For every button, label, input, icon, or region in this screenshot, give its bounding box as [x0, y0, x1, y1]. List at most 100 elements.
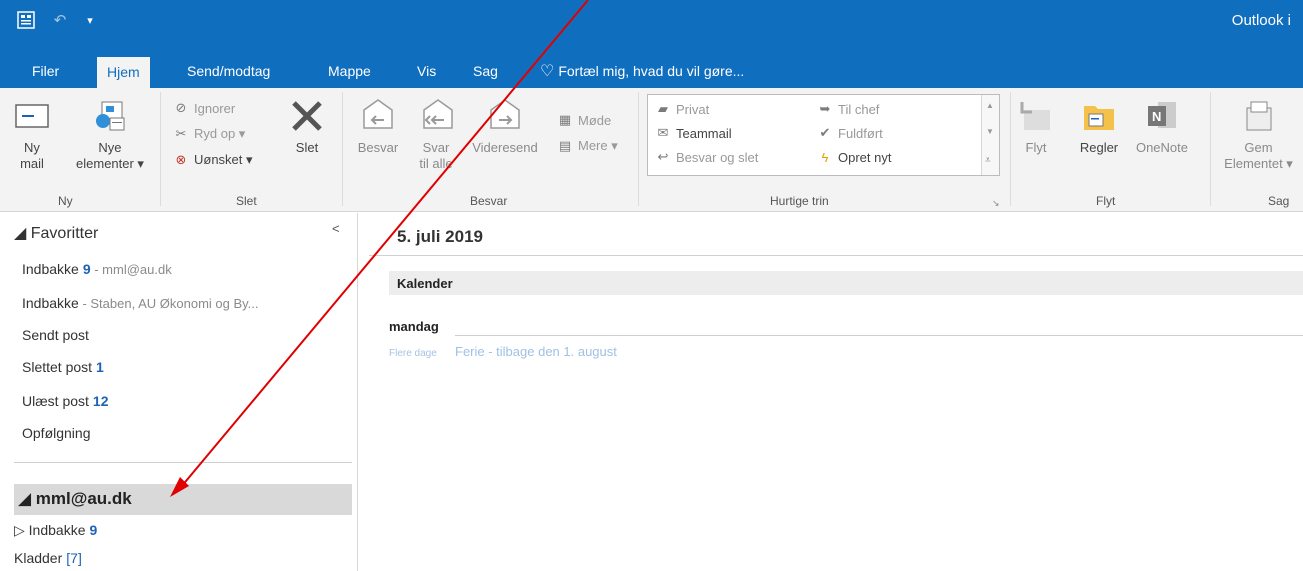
fav-item-opfoelgning[interactable]: Opfølgning [22, 425, 90, 441]
meeting-icon: ▦ [558, 112, 572, 127]
group-label-quick-steps: Hurtige trin [770, 194, 829, 208]
ignore-label: Ignorer [194, 100, 236, 116]
reply-all-label: Svar til alle [419, 140, 453, 171]
quick-steps-gallery: ▰ Privat ✉ Teammail ↩ Besvar og slet ➥ Til c… [647, 94, 1000, 176]
tab-vis[interactable]: Vis [407, 54, 446, 88]
fav-item-ulaest-post[interactable]: Ulæst post 12 [22, 393, 109, 409]
meeting-button[interactable]: ▦ Møde [556, 108, 611, 132]
scroll-up-icon[interactable]: ▲ [986, 101, 994, 110]
more-button[interactable]: ▤ Mere ▾ [556, 134, 618, 158]
fav-item-slettet-post[interactable]: Slettet post 1 [22, 359, 104, 375]
outlook-app-icon[interactable] [14, 8, 38, 32]
save-item-label: Gem Elementet ▾ [1224, 140, 1293, 171]
folder-name: Slettet post [22, 359, 93, 375]
reply-all-icon [416, 96, 456, 136]
ignore-button[interactable]: ⊘ Ignorer [172, 96, 236, 120]
tab-send-modtag[interactable]: Send/modtag [177, 54, 280, 88]
tab-hjem[interactable]: Hjem [97, 57, 150, 88]
calendar-event[interactable]: Ferie - tilbage den 1. august [455, 344, 617, 359]
quick-step-to-manager[interactable]: ➥ Til chef [816, 97, 880, 121]
svg-text:N: N [1152, 109, 1161, 124]
new-mail-icon [12, 96, 52, 136]
onenote-icon: N [1142, 96, 1182, 136]
new-items-button[interactable]: Nye elementer ▾ [64, 96, 156, 172]
folder-item-kladder[interactable]: Kladder [7] [14, 550, 82, 566]
account-mml[interactable]: ◢ mml@au.dk [14, 484, 352, 515]
delete-label: Slet [295, 140, 319, 155]
expand-gallery-icon[interactable]: ⩡ [985, 155, 991, 166]
quick-step-team-mail-label: Teammail [676, 125, 732, 141]
group-label-flyt: Flyt [1096, 194, 1116, 208]
group-label-sag: Sag [1268, 194, 1290, 208]
folder-name: Indbakke [22, 261, 79, 277]
calendar-header[interactable]: Kalender [397, 276, 453, 291]
quick-step-done[interactable]: ✔ Fuldført [816, 121, 883, 145]
event-duration: Flere dage [389, 348, 437, 359]
forward-button[interactable]: Videresend [464, 96, 546, 156]
folder-name: ▷ Indbakke [14, 522, 86, 538]
undo-icon[interactable]: ↶ [48, 8, 72, 32]
cleanup-icon: ✂ [175, 126, 187, 141]
tell-me-search[interactable]: ♡ Fortæl mig, hvad du vil gøre... [530, 54, 754, 88]
quick-step-create-new[interactable]: ϟ Opret nyt [816, 145, 892, 169]
move-button[interactable]: Flyt [1014, 96, 1058, 156]
quick-step-team-mail[interactable]: ✉ Teammail [654, 121, 732, 145]
unread-count: 9 [89, 522, 98, 538]
scroll-down-icon[interactable]: ▼ [986, 127, 994, 136]
reply-icon [358, 96, 398, 136]
tab-sag[interactable]: Sag [463, 54, 508, 88]
group-separator [1010, 92, 1011, 206]
junk-button[interactable]: ⊗ Uønsket ▾ [172, 148, 253, 172]
rules-button[interactable]: Regler [1072, 96, 1126, 156]
cleanup-button[interactable]: ✂ Ryd op ▾ [172, 122, 246, 146]
group-label-ny: Ny [58, 194, 73, 208]
group-label-besvar: Besvar [470, 194, 508, 208]
rules-icon [1079, 96, 1119, 136]
quick-step-create-new-label: Opret nyt [838, 149, 892, 165]
more-icon: ▤ [558, 138, 572, 153]
tab-mappe[interactable]: Mappe [318, 54, 381, 88]
fav-item-indbakke-staben[interactable]: Indbakke - Staben, AU Økonomi og By... [22, 295, 259, 311]
forward-label: Videresend [472, 140, 538, 155]
quick-step-done-label: Fuldført [838, 125, 883, 141]
lightning-icon: ϟ [821, 149, 829, 165]
folder-name: Kladder [14, 550, 63, 566]
dialog-launcher-icon[interactable]: ↘ [992, 198, 1000, 209]
header-divider [369, 255, 1303, 256]
junk-icon: ⊗ [175, 152, 187, 167]
delete-button[interactable]: Slet [282, 96, 332, 156]
move-icon [1016, 96, 1056, 136]
more-label: Mere ▾ [578, 138, 618, 153]
quick-step-reply-delete[interactable]: ↩ Besvar og slet [654, 145, 759, 169]
tab-filer[interactable]: Filer [22, 54, 69, 88]
account-label: ◢ mml@au.dk [18, 489, 132, 508]
ignore-icon: ⊘ [175, 100, 187, 115]
reply-button[interactable]: Besvar [350, 96, 406, 156]
fav-item-indbakke-mml[interactable]: Indbakke 9 - mml@au.dk [22, 261, 172, 277]
reply-all-button[interactable]: Svar til alle [410, 96, 462, 172]
cleanup-label: Ryd op ▾ [194, 126, 246, 141]
group-separator [342, 92, 343, 206]
quick-step-to-manager-label: Til chef [838, 101, 880, 117]
title-bar: ↶ ▾ Outlook i [0, 0, 1303, 54]
save-item-button[interactable]: Gem Elementet ▾ [1214, 96, 1303, 172]
unread-count: 12 [92, 393, 109, 409]
lightbulb-icon: ♡ [540, 63, 555, 80]
folder-item-indbakke[interactable]: ▷ Indbakke 9 [14, 522, 97, 539]
pane-divider [14, 462, 352, 463]
collapse-pane-icon[interactable]: < [332, 221, 340, 236]
new-items-icon [90, 96, 130, 136]
fav-item-sendt-post[interactable]: Sendt post [22, 327, 89, 343]
qat-customize-icon[interactable]: ▾ [78, 8, 102, 32]
team-mail-icon: ✉ [657, 125, 669, 140]
new-mail-label: Ny mail [20, 140, 44, 171]
favorites-header[interactable]: ◢ Favoritter [14, 223, 98, 243]
new-mail-button[interactable]: Ny mail [8, 96, 56, 172]
quick-step-private[interactable]: ▰ Privat [654, 97, 709, 121]
calendar-section: Kalender [389, 271, 1303, 295]
unread-count: 9 [82, 261, 91, 277]
folder-account: - Staben, AU Økonomi og By... [78, 296, 259, 311]
quick-steps-scrollbar[interactable]: ▲ ▼ ⩡ [981, 95, 999, 175]
folder-name: Sendt post [22, 327, 89, 343]
onenote-button[interactable]: N OneNote [1128, 96, 1196, 156]
